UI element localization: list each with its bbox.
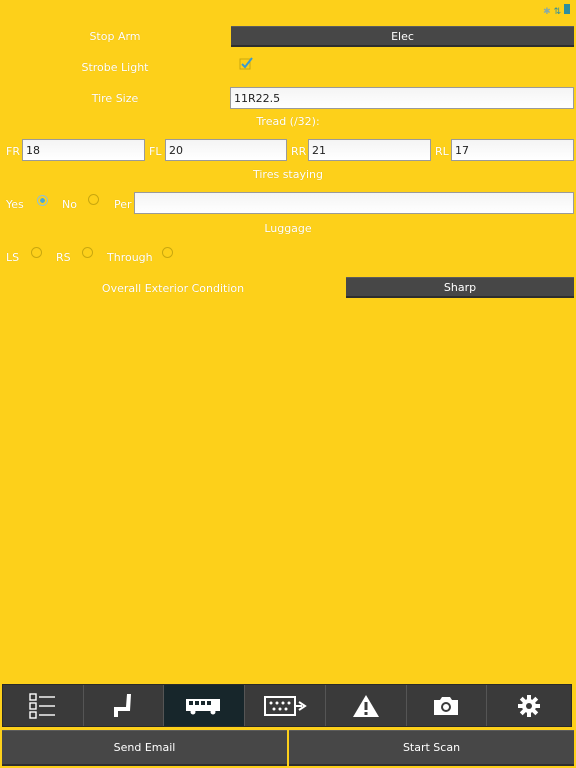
fl-tread-input[interactable] xyxy=(165,139,287,161)
bluetooth-icon: ✱ xyxy=(543,7,551,17)
rr-tread-input[interactable] xyxy=(308,139,431,161)
tires-staying-label: Tires staying xyxy=(252,168,324,181)
gear-icon xyxy=(518,694,541,717)
rl-tread-input[interactable] xyxy=(451,139,574,161)
warning-icon xyxy=(352,694,379,717)
seat-icon xyxy=(113,693,131,717)
ls-label: LS xyxy=(6,251,20,264)
rr-label: RR xyxy=(291,145,307,158)
tab-checklist[interactable] xyxy=(3,685,84,726)
ls-radio[interactable] xyxy=(31,247,42,258)
engine-icon xyxy=(264,695,307,716)
no-radio[interactable] xyxy=(88,194,99,205)
tab-seat[interactable] xyxy=(83,685,165,726)
stop-arm-select[interactable]: Elec xyxy=(231,26,574,47)
fr-tread-input[interactable] xyxy=(22,139,145,161)
checklist-icon xyxy=(29,692,55,719)
rs-radio[interactable] xyxy=(82,247,93,258)
fl-label: FL xyxy=(149,145,162,158)
tab-engine[interactable] xyxy=(245,685,326,726)
battery-icon xyxy=(564,4,570,14)
tire-size-label: Tire Size xyxy=(91,92,139,105)
luggage-label: Luggage xyxy=(264,222,312,235)
yes-radio[interactable] xyxy=(37,195,48,206)
tab-camera[interactable] xyxy=(406,685,488,726)
bottom-tab-bar xyxy=(2,684,572,727)
stop-arm-label: Stop Arm xyxy=(89,30,141,43)
tread-label: Tread (/32): xyxy=(256,115,320,128)
send-email-button[interactable]: Send Email xyxy=(2,730,287,766)
through-radio[interactable] xyxy=(162,247,173,258)
rl-label: RL xyxy=(435,145,449,158)
exterior-condition-select[interactable]: Sharp xyxy=(346,277,574,298)
start-scan-button[interactable]: Start Scan xyxy=(289,730,574,766)
yes-label: Yes xyxy=(6,198,24,211)
strobe-light-checkbox[interactable] xyxy=(239,55,253,70)
fr-label: FR xyxy=(6,145,20,158)
per-input[interactable] xyxy=(134,192,574,214)
tab-warning[interactable] xyxy=(325,685,407,726)
network-icon: ⇅ xyxy=(553,7,562,17)
strobe-light-label: Strobe Light xyxy=(81,61,149,74)
exterior-condition-label: Overall Exterior Condition xyxy=(101,282,245,295)
per-label: Per xyxy=(114,198,132,211)
rs-label: RS xyxy=(56,251,71,264)
camera-icon xyxy=(434,696,459,715)
checkmark-icon xyxy=(239,57,253,70)
tab-bus[interactable] xyxy=(164,685,246,726)
through-label: Through xyxy=(107,251,153,264)
tire-size-input[interactable] xyxy=(230,87,574,109)
bus-icon xyxy=(186,698,221,714)
no-label: No xyxy=(62,198,77,211)
tab-settings[interactable] xyxy=(487,685,572,726)
status-bar: ✱ ⇅ xyxy=(543,4,570,17)
